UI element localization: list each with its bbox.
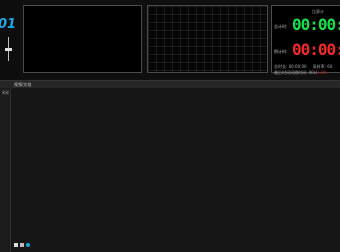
timer-panel: 比赛计 总计时: 00:00:0 倒计时: 00:00:0 总时长: 00:00…	[271, 5, 340, 76]
total-duration-text: 总时长: 00:00:00	[274, 64, 307, 69]
list-panel-header: 视频/文档	[0, 80, 340, 88]
video-preview-secondary[interactable]	[147, 5, 268, 73]
countdown-timer-label: 倒计时:	[274, 49, 288, 54]
settings-icon[interactable]	[26, 243, 30, 247]
countdown-timer-display: 00:00:0	[292, 40, 340, 59]
interval-text: 最后时间间隔时间: 00s/	[274, 70, 318, 75]
app-logo: 01	[0, 17, 17, 32]
list-content-area[interactable]	[11, 88, 340, 252]
collapse-button[interactable]: <<	[2, 90, 9, 95]
top-panel: 01 比赛计 总计时: 00:00:0 倒计时: 00:00:0 总时长: 00…	[0, 0, 340, 80]
timer-info-line-2: 最后时间间隔时间: 00s/1.00	[274, 70, 326, 76]
app-window: 01 比赛计 总计时: 00:00:0 倒计时: 00:00:0 总时长: 00…	[0, 0, 340, 252]
left-toolbar: <<	[0, 88, 11, 252]
logo-area: 01	[0, 0, 20, 80]
new-icon[interactable]	[14, 243, 18, 247]
volume-slider-handle[interactable]	[5, 48, 12, 51]
save-icon[interactable]	[20, 243, 24, 247]
total-timer-label: 总计时:	[274, 24, 288, 29]
video-preview-primary[interactable]	[23, 5, 142, 73]
sample-rate-text: 采样率: 60	[312, 64, 333, 69]
interval-value: 1.00	[317, 70, 327, 75]
total-timer-display: 00:00:0	[292, 15, 340, 34]
